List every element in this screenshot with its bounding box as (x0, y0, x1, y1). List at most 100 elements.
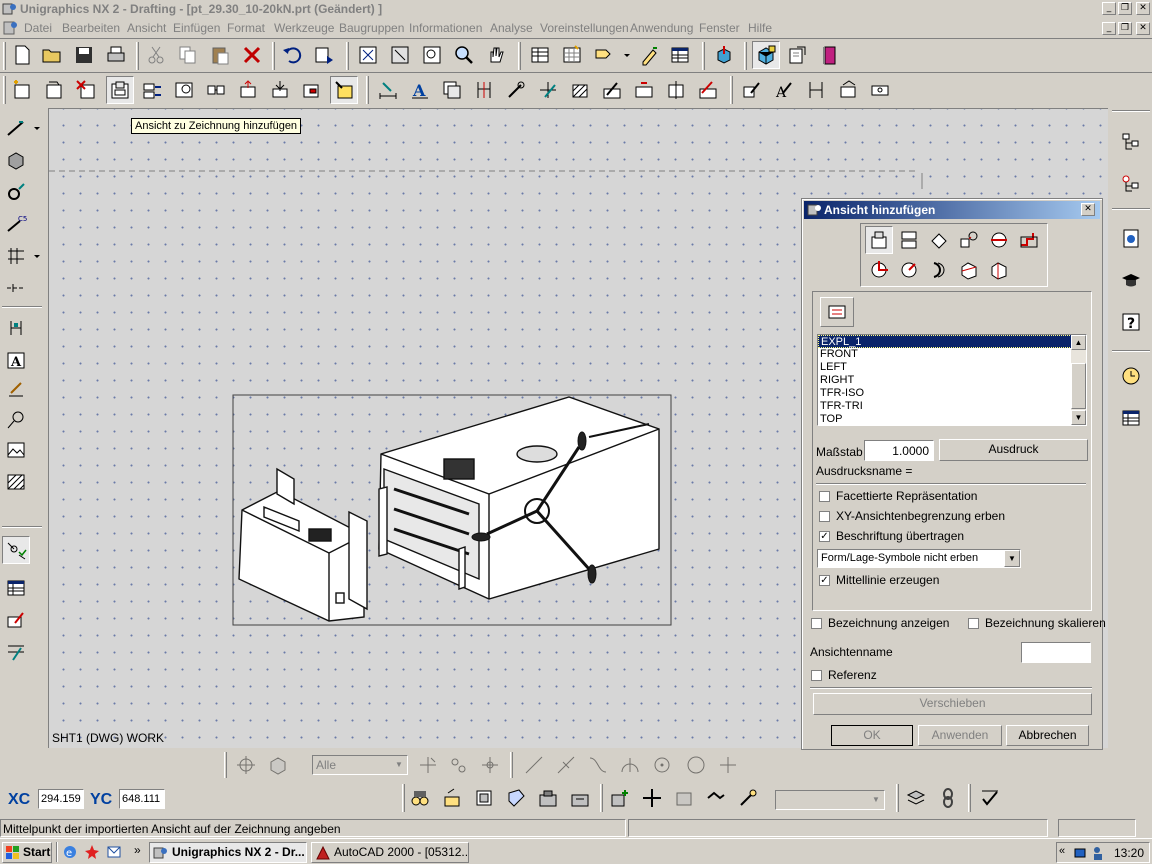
table-edit-button[interactable] (666, 41, 694, 69)
dimension-tool-button[interactable] (2, 638, 30, 666)
dimension-vertical-button[interactable] (2, 314, 30, 342)
dialog-close-button[interactable]: ✕ (1081, 203, 1095, 216)
view-name-input[interactable] (1021, 642, 1091, 663)
update-view-button[interactable] (330, 76, 358, 104)
mate-component-button[interactable] (606, 784, 634, 812)
section-line-button[interactable] (470, 76, 498, 104)
menu-datei[interactable]: Datei (24, 21, 52, 35)
menu-hilfe[interactable]: Hilfe (748, 21, 772, 35)
reposition-button[interactable] (638, 784, 666, 812)
redo-list-button[interactable] (310, 41, 338, 69)
outlook-quicklaunch-icon[interactable] (106, 844, 122, 860)
wave-button[interactable] (702, 784, 730, 812)
display-sheet-button[interactable] (866, 76, 894, 104)
surface-finish-button[interactable] (694, 76, 722, 104)
menu-werkzeuge[interactable]: Werkzeuge (274, 21, 334, 35)
hatch-button[interactable] (2, 468, 30, 496)
move-button[interactable]: Verschieben (813, 693, 1092, 715)
menu-fenster[interactable]: Fenster (699, 21, 740, 35)
section-view-button-dlg[interactable] (985, 226, 1013, 254)
annotation-button[interactable]: A (406, 76, 434, 104)
parts-list-button[interactable] (2, 574, 30, 602)
section-view-button[interactable] (202, 76, 230, 104)
half-section-button[interactable] (234, 76, 262, 104)
save-button[interactable] (70, 41, 98, 69)
apply-button[interactable]: Anwenden (918, 725, 1002, 746)
break-view-button[interactable] (298, 76, 326, 104)
menu-format[interactable]: Format (227, 21, 265, 35)
explode-button[interactable] (406, 784, 434, 812)
ie-quicklaunch-icon[interactable]: e (62, 844, 78, 860)
transfer-annotation-checkbox[interactable]: ✓ (819, 531, 830, 542)
auxiliary-view-button[interactable] (925, 226, 953, 254)
unfolded-section-button[interactable] (925, 256, 953, 284)
feature-control-button[interactable] (630, 76, 658, 104)
training-tab[interactable] (1117, 266, 1145, 294)
scroll-up-arrow-icon[interactable]: ▲ (1071, 335, 1086, 350)
zoom-area-button[interactable] (418, 41, 446, 69)
web-browser-tab[interactable] (1117, 224, 1145, 252)
view-boundary-button[interactable] (438, 76, 466, 104)
ortho-view-button[interactable] (895, 226, 923, 254)
snap-circle-center-button[interactable] (648, 751, 676, 779)
sheet-body-button[interactable] (502, 784, 530, 812)
new-file-button[interactable] (8, 41, 36, 69)
import-view-button[interactable] (865, 226, 893, 254)
xc-input[interactable]: 294.159 (38, 789, 84, 809)
utility-symbol-button[interactable] (502, 76, 530, 104)
move-to-layer-button[interactable] (934, 784, 962, 812)
open-file-button[interactable] (38, 41, 66, 69)
spreadsheet-button[interactable] (558, 41, 586, 69)
start-button[interactable]: Start (2, 842, 52, 863)
menu-analyse[interactable]: Analyse (490, 21, 533, 35)
point-constructor-button[interactable] (590, 41, 618, 69)
doc-restore-button[interactable]: ❐ (1118, 22, 1132, 35)
reference-checkbox[interactable] (811, 670, 822, 681)
cut-button[interactable] (142, 41, 170, 69)
view-list-item[interactable]: LEFT (818, 361, 1086, 374)
offset-curve-button[interactable]: C5 (2, 210, 30, 238)
zoom-button[interactable] (450, 41, 478, 69)
app-quicklaunch-icon[interactable] (84, 844, 100, 860)
snap-midpoint-button[interactable] (552, 751, 580, 779)
menu-baugruppen[interactable]: Baugruppen (339, 21, 404, 35)
edit-dimension-button[interactable] (802, 76, 830, 104)
taskbar-item-unigraphics[interactable]: Unigraphics NX 2 - Dr... (149, 842, 307, 863)
assembly-add-button[interactable] (534, 784, 562, 812)
network-tray-icon[interactable] (1073, 845, 1089, 861)
revolved-section-button[interactable] (266, 76, 294, 104)
snap-line-button[interactable] (520, 751, 548, 779)
assembly-replace-button[interactable] (566, 784, 594, 812)
view-list-mode-button[interactable] (820, 297, 854, 327)
dropdown-arrow-button[interactable] (620, 41, 634, 69)
reference-set-button[interactable] (670, 784, 698, 812)
dimension-button[interactable] (374, 76, 402, 104)
new-sheet-button[interactable] (8, 76, 36, 104)
minimize-button[interactable]: _ (1102, 2, 1116, 15)
view-list-item[interactable]: TOP (818, 413, 1086, 426)
snap-point-button[interactable] (2, 536, 30, 564)
snap-grid-button[interactable] (264, 751, 292, 779)
part-navigator-button[interactable] (710, 41, 738, 69)
doc-close-button[interactable]: ✕ (1136, 22, 1150, 35)
layer-settings-button[interactable] (902, 784, 930, 812)
arc-button[interactable] (2, 178, 30, 206)
sketch-button[interactable] (2, 376, 30, 404)
visibility-button[interactable] (976, 784, 1004, 812)
fit-button[interactable] (354, 41, 382, 69)
symbol-select[interactable]: Form/Lage-Symbole nicht erben ▼ (817, 549, 1021, 568)
filter-select[interactable]: Alle ▼ (312, 755, 408, 775)
edit-annotation-button[interactable] (738, 76, 766, 104)
cancel-button[interactable]: Abbrechen (1006, 725, 1089, 746)
yc-input[interactable]: 648.111 (119, 789, 165, 809)
table-button[interactable] (526, 41, 554, 69)
paste-button[interactable] (206, 41, 234, 69)
scroll-thumb[interactable] (1071, 363, 1086, 409)
detail-view-button[interactable] (170, 76, 198, 104)
view-list-item[interactable]: EXPL_1 (818, 335, 1086, 348)
delete-button[interactable] (238, 41, 266, 69)
quicklaunch-more-icon[interactable]: » (134, 843, 141, 857)
assembly-navigator-tab[interactable] (1117, 128, 1145, 156)
doc-minimize-button[interactable]: _ (1102, 22, 1116, 35)
layer-select[interactable]: ▼ (775, 790, 885, 810)
